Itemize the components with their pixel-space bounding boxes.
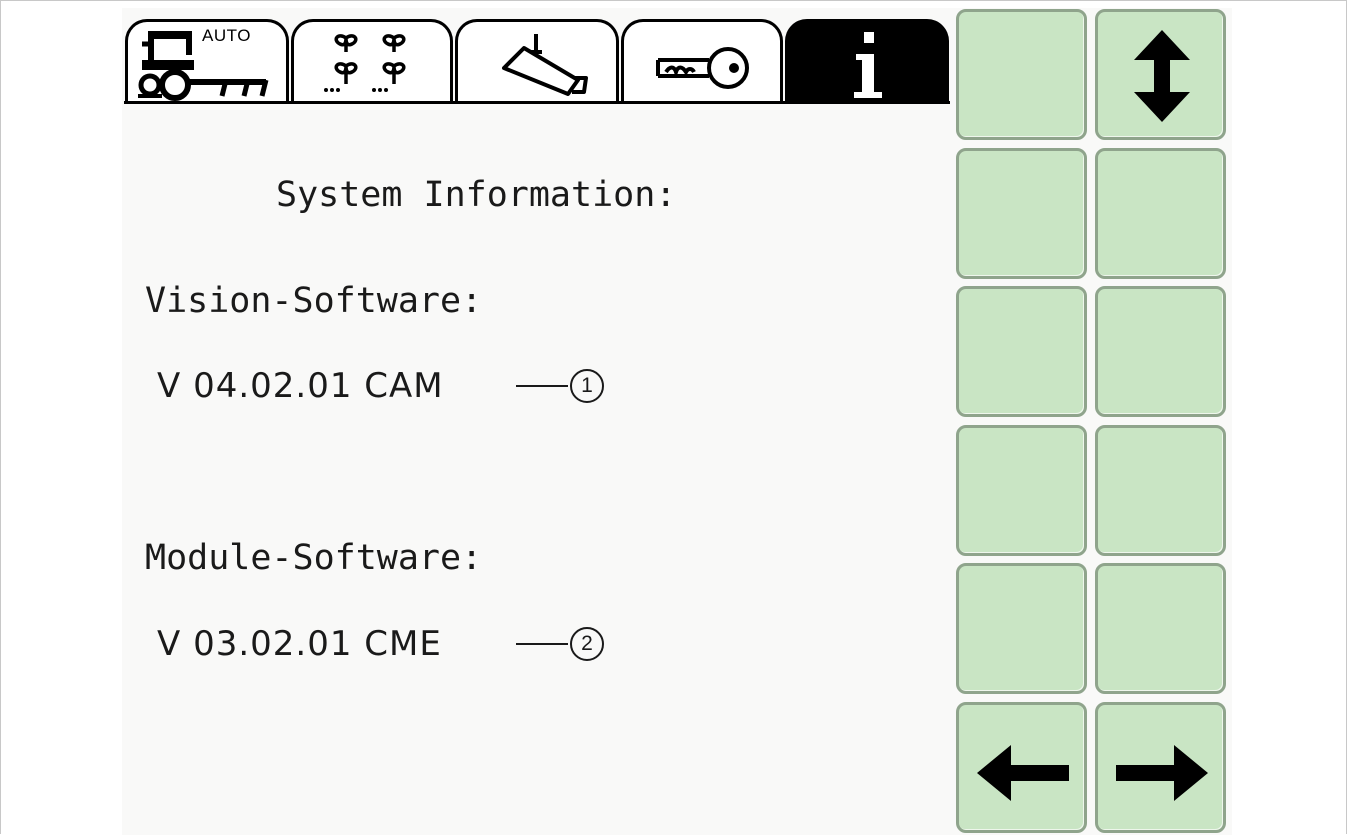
tab-baseline xyxy=(124,101,950,104)
softkey-1-1[interactable] xyxy=(956,9,1087,140)
softkey-right-arrow[interactable] xyxy=(1095,702,1226,833)
softkey-4-1[interactable] xyxy=(956,425,1087,556)
tab-crop-rows[interactable] xyxy=(291,19,453,101)
softkey-up-down[interactable] xyxy=(1095,9,1226,140)
module-callout-line xyxy=(516,643,568,645)
tab-auto-label: AUTO xyxy=(202,26,251,45)
vision-software-version: V 04.02.01 CAM xyxy=(157,366,444,406)
softkey-5-1[interactable] xyxy=(956,563,1087,694)
tab-camera[interactable] xyxy=(455,19,619,101)
softkey-left-arrow[interactable] xyxy=(956,702,1087,833)
module-callout-number: 2 xyxy=(570,627,604,661)
tab-info[interactable] xyxy=(785,19,949,101)
vision-callout-line xyxy=(516,385,568,387)
softkey-2-1[interactable] xyxy=(956,148,1087,279)
module-software-version: V 03.02.01 CME xyxy=(157,624,442,664)
tab-auto-guidance[interactable]: AUTO xyxy=(125,19,289,101)
page-title: System Information: xyxy=(276,175,677,215)
softkey-4-2[interactable] xyxy=(1095,425,1226,556)
info-icon xyxy=(854,32,882,98)
left-arrow-icon xyxy=(977,745,1069,801)
softkey-3-1[interactable] xyxy=(956,286,1087,417)
module-software-label: Module-Software: xyxy=(145,538,483,578)
softkey-3-2[interactable] xyxy=(1095,286,1226,417)
tab-key[interactable] xyxy=(621,19,783,101)
up-down-arrow-icon xyxy=(1134,30,1190,122)
softkey-2-2[interactable] xyxy=(1095,148,1226,279)
key-icon xyxy=(656,47,749,89)
vision-callout-number: 1 xyxy=(570,369,604,403)
camera-icon xyxy=(502,34,588,96)
right-arrow-icon xyxy=(1116,745,1208,801)
softkey-5-2[interactable] xyxy=(1095,563,1226,694)
crop-rows-icon xyxy=(324,34,406,92)
vision-software-label: Vision-Software: xyxy=(145,281,483,321)
